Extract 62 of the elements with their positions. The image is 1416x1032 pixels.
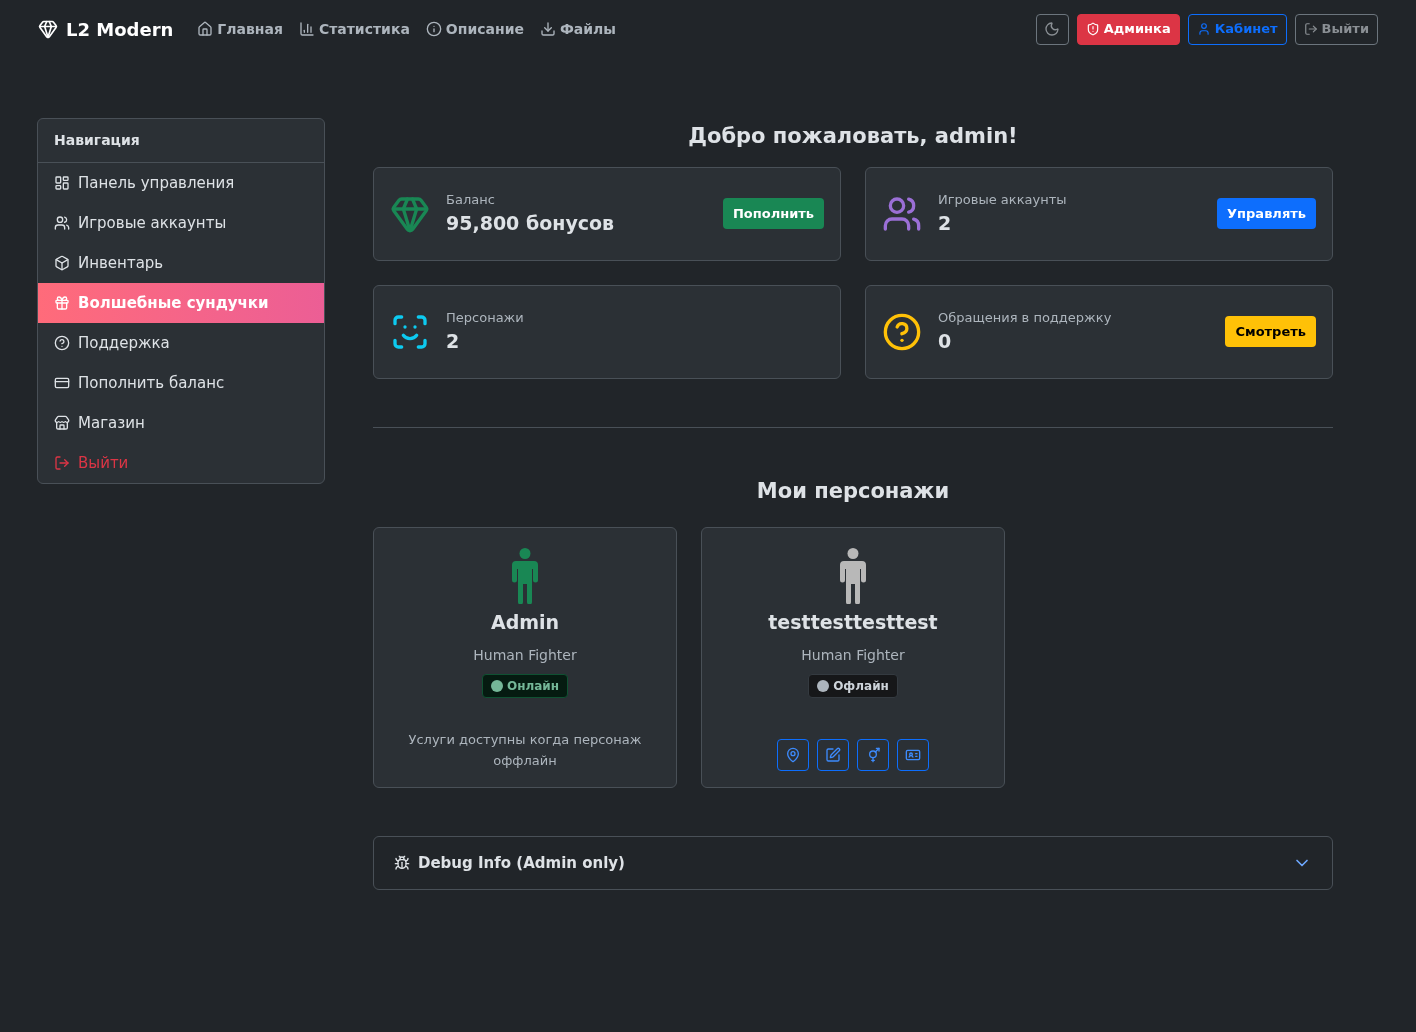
credit-card-icon	[54, 375, 70, 391]
logout-icon	[54, 455, 70, 471]
stat-action-button[interactable]: Управлять	[1217, 197, 1316, 230]
sidebar-item[interactable]: Пополнить баланс	[38, 363, 324, 403]
admin-button[interactable]: Админка	[1076, 13, 1180, 45]
service-note: Услуги доступны когда персонаж оффлайн	[407, 731, 643, 770]
character-class: Human Fighter	[801, 645, 905, 665]
sidebar-item[interactable]: Магазин	[38, 403, 324, 443]
help-icon	[54, 335, 70, 351]
sidebar-item[interactable]: Поддержка	[38, 323, 324, 363]
map-pin-icon	[785, 747, 801, 763]
sidebar-item[interactable]: Игровые аккаунты	[38, 203, 324, 243]
character-action-button[interactable]	[777, 739, 809, 771]
nav-link[interactable]: Описание	[425, 18, 524, 40]
character-name: testtesttesttest	[768, 610, 938, 635]
character-action-button[interactable]	[897, 739, 929, 771]
nav-link[interactable]: Главная	[197, 18, 283, 40]
nav-link[interactable]: Статистика	[298, 18, 410, 40]
character-class: Human Fighter	[473, 645, 577, 665]
character-action-button[interactable]	[817, 739, 849, 771]
stat-label: Игровые аккаунты	[938, 190, 1067, 209]
store-icon	[54, 415, 70, 431]
stat-action-button[interactable]: Пополнить	[722, 197, 824, 230]
stat-value: 2	[446, 329, 461, 354]
stat-value: 2	[938, 211, 953, 236]
download-icon	[539, 21, 556, 37]
debug-accordion[interactable]: Debug Info (Admin only)	[373, 836, 1333, 890]
users-icon	[54, 215, 70, 231]
stat-label: Баланс	[446, 190, 496, 209]
sidebar-item[interactable]: Панель управления	[38, 163, 324, 203]
status-badge: Офлайн	[808, 673, 898, 698]
dashboard-icon	[54, 175, 70, 191]
shield-icon	[1085, 22, 1100, 36]
character-action-button[interactable]	[857, 739, 889, 771]
stat-action-button[interactable]: Смотреть	[1225, 315, 1316, 348]
bug-icon	[394, 855, 410, 871]
logout-icon	[1303, 22, 1318, 36]
stat-label: Персонажи	[446, 308, 524, 327]
info-icon	[425, 21, 442, 37]
logo-icon	[38, 19, 58, 39]
logout-button[interactable]: Выйти	[1294, 13, 1378, 45]
section-heading: Мои персонажи	[755, 477, 951, 505]
bar-chart-icon	[298, 21, 315, 37]
character-name: Admin	[490, 610, 560, 635]
stat-value: 95,800 бонусов	[446, 211, 615, 236]
home-icon	[197, 21, 214, 37]
theme-toggle-button[interactable]	[1035, 13, 1069, 45]
stat-value: 0	[938, 329, 953, 354]
edit-icon	[825, 747, 841, 763]
sidebar-item[interactable]: Инвентарь	[38, 243, 324, 283]
stat-icon	[882, 311, 922, 352]
gift-icon	[54, 295, 70, 311]
brand[interactable]: L2 Modern	[66, 15, 174, 43]
welcome-heading: Добро пожаловать, admin!	[687, 123, 1019, 150]
stat-label: Обращения в поддержку	[938, 308, 1112, 327]
nav-link[interactable]: Файлы	[539, 18, 617, 40]
box-icon	[54, 255, 70, 271]
user-icon	[1196, 22, 1211, 36]
status-badge: Онлайн	[481, 673, 569, 698]
id-card-icon	[905, 747, 921, 763]
moon-icon	[1044, 21, 1061, 37]
sidebar-title: Навигация	[38, 119, 324, 163]
